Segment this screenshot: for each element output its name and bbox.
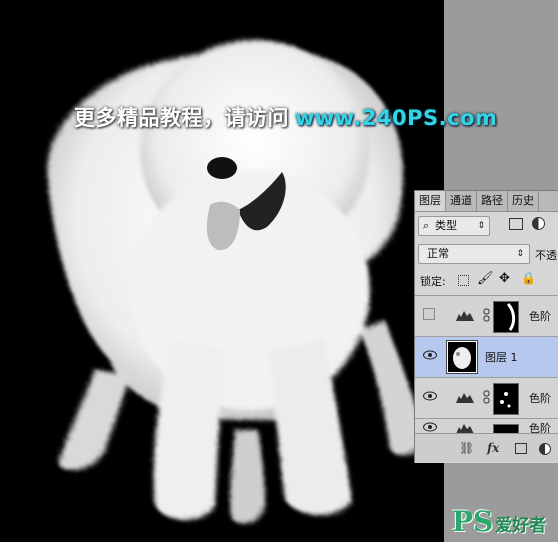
opacity-label: 不透 <box>535 249 557 262</box>
panel-bottom-bar: ⛓ fx <box>415 433 558 462</box>
tab-channels[interactable]: 通道 <box>446 191 477 211</box>
tab-layers[interactable]: 图层 <box>415 191 446 211</box>
layer-name: 色阶 <box>529 392 551 405</box>
search-icon: ⌕ <box>423 219 430 232</box>
adjustment-filter-icon[interactable] <box>532 217 545 230</box>
adjustment-icon[interactable] <box>539 443 551 455</box>
chevron-updown-icon: ⇕ <box>516 249 524 259</box>
mask-icon[interactable] <box>515 443 527 454</box>
panel-tabs: 图层 通道 路径 历史 <box>415 191 558 212</box>
layer-row-selected[interactable]: 图层 1 <box>415 336 558 377</box>
tab-history[interactable]: 历史 <box>508 191 539 211</box>
eye-icon[interactable] <box>423 391 437 401</box>
visibility-off-box[interactable] <box>423 308 435 320</box>
blend-row: 正常 ⇕ 不透 <box>415 241 558 267</box>
site-logo: PS 爱好者 <box>452 505 546 538</box>
chevron-updown-icon: ⇕ <box>477 221 485 231</box>
filter-kind-label: 类型 <box>435 219 457 232</box>
lock-row: 锁定: 🖌 ✥ 🔒 <box>415 269 558 293</box>
chain-icon[interactable] <box>483 390 490 404</box>
layers-panel: 图层 通道 路径 历史 ⌕ 类型 ⇕ 正常 ⇕ 不透 锁定: 🖌 ✥ 🔒 色阶 … <box>414 190 558 463</box>
filter-kind-select[interactable]: ⌕ 类型 ⇕ <box>418 216 490 236</box>
layer-name: 图层 1 <box>485 351 518 364</box>
brush-icon[interactable]: 🖌 <box>477 271 494 286</box>
image-filter-icon[interactable] <box>509 218 523 230</box>
dog-image <box>47 40 425 524</box>
layer-thumbnail[interactable] <box>446 340 478 374</box>
levels-icon <box>456 393 474 403</box>
chain-icon[interactable] <box>483 308 490 322</box>
watermark-url: www.240PS.com <box>295 106 498 130</box>
tab-paths[interactable]: 路径 <box>477 191 508 211</box>
eye-icon[interactable] <box>423 422 437 432</box>
blend-mode-select[interactable]: 正常 ⇕ <box>418 244 530 264</box>
document-canvas[interactable] <box>0 0 444 542</box>
watermark-cn-text: 更多精品教程，请访问 <box>74 106 289 130</box>
lock-icon[interactable]: 🔒 <box>521 271 536 285</box>
lock-label: 锁定: <box>420 275 446 288</box>
layer-mask-thumbnail[interactable] <box>493 301 519 333</box>
eye-icon[interactable] <box>423 350 437 360</box>
levels-icon <box>456 311 474 321</box>
fx-icon[interactable]: fx <box>487 441 499 455</box>
logo-site: 爱好者 <box>495 516 547 536</box>
layer-name: 色阶 <box>529 310 551 323</box>
site-watermark: 更多精品教程，请访问 www.240PS.com <box>74 102 497 132</box>
layer-row[interactable]: 色阶 <box>415 377 558 418</box>
logo-ps: PS <box>452 505 494 538</box>
layer-mask-thumbnail[interactable] <box>493 383 519 415</box>
blend-mode-value: 正常 <box>427 247 449 260</box>
move-icon[interactable]: ✥ <box>499 271 510 286</box>
layer-row[interactable]: 色阶 <box>415 295 558 336</box>
layer-filter-row: ⌕ 类型 ⇕ <box>415 213 558 239</box>
lock-transparent-icon[interactable] <box>458 275 469 286</box>
link-icon[interactable]: ⛓ <box>459 441 474 455</box>
